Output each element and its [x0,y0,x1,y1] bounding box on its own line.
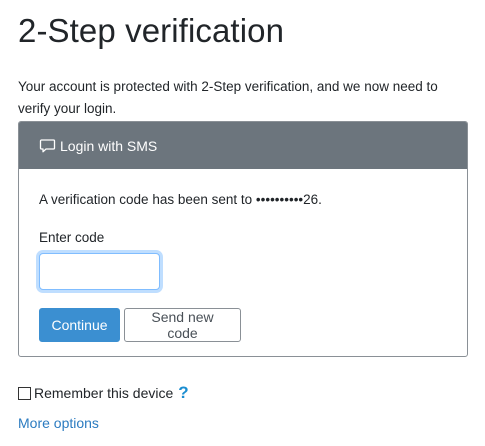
continue-button[interactable]: Continue [39,308,120,342]
card-body: A verification code has been sent to •••… [19,190,467,342]
send-new-code-button[interactable]: Send new code [124,308,241,342]
remember-device-label[interactable]: Remember this device [34,383,173,403]
sms-login-card: Login with SMS A verification code has b… [18,121,468,357]
question-mark-icon[interactable]: ? [178,383,188,403]
card-header-label: Login with SMS [60,137,158,154]
page-title: 2-Step verification [18,12,285,49]
code-label: Enter code [39,230,105,245]
remember-device-checkbox[interactable] [18,386,31,400]
verification-page: 2-Step verification Your account is prot… [0,0,485,446]
card-header: Login with SMS [19,122,467,169]
button-row: Continue Send new code [39,308,447,342]
more-options-link[interactable]: More options [18,413,99,433]
remember-device-row: Remember this device ? [18,383,189,403]
code-input[interactable] [39,253,160,290]
intro-text: Your account is protected with 2-Step ve… [18,79,438,116]
chat-bubble-icon [39,137,56,154]
code-sent-message: A verification code has been sent to •••… [39,192,322,207]
